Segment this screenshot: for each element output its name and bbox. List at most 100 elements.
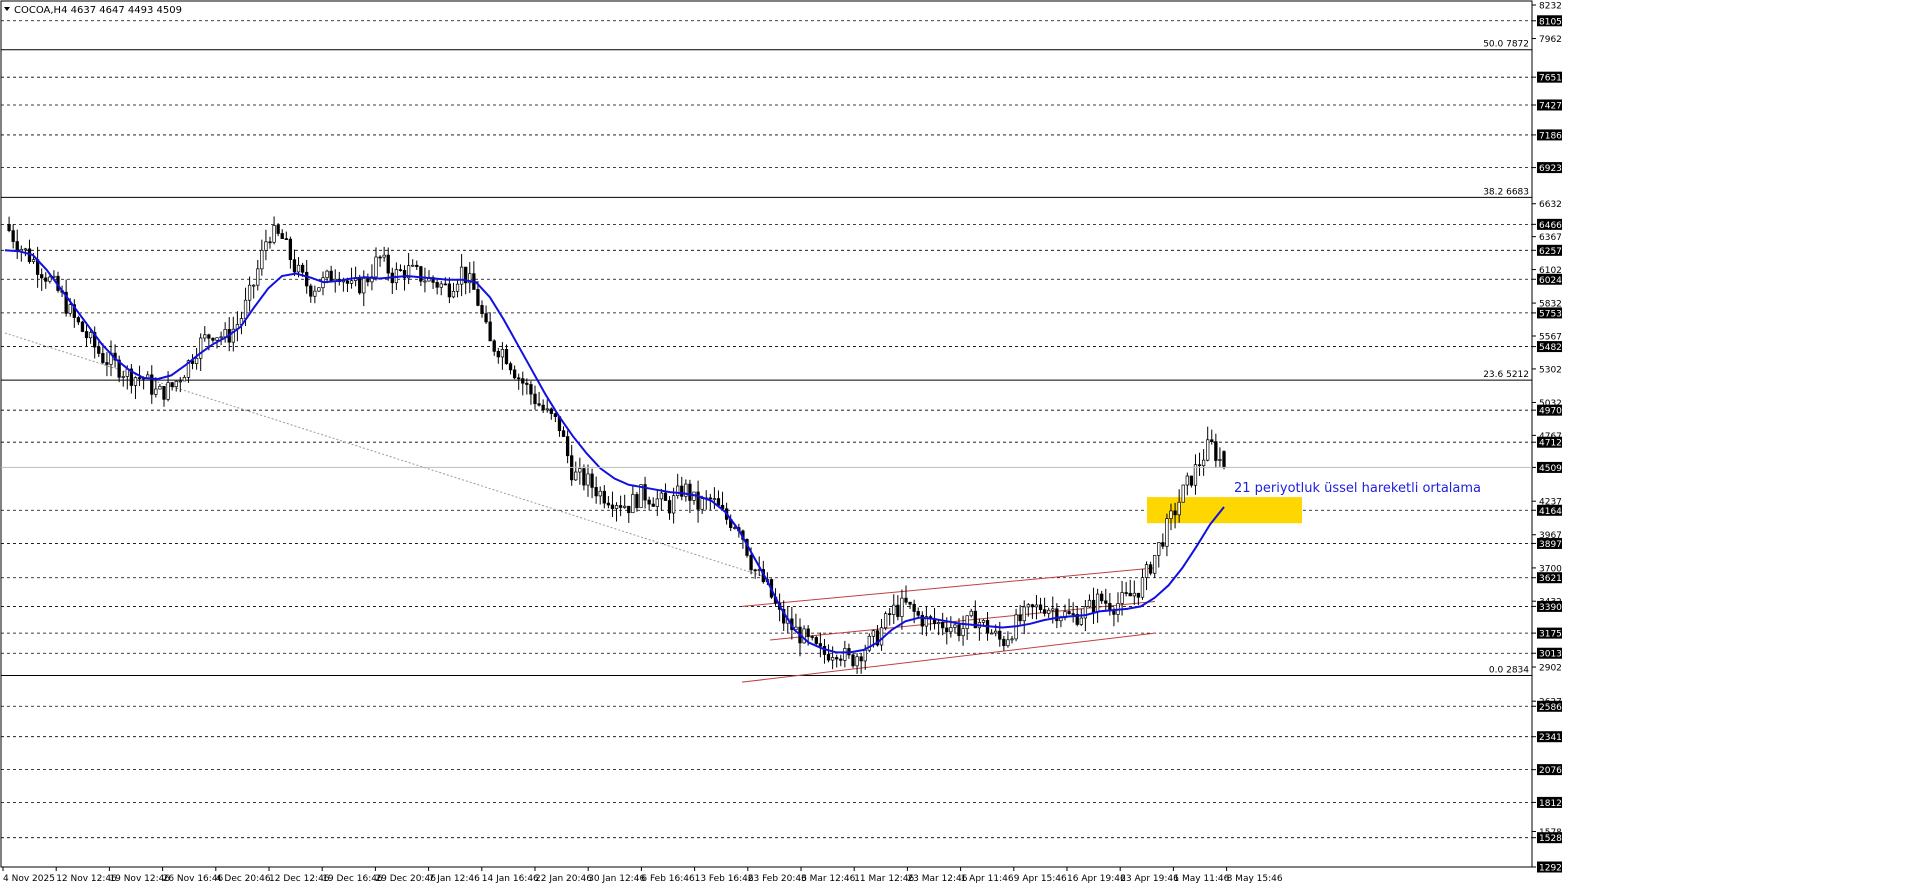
candle-body: [883, 613, 888, 629]
candle-body: [969, 610, 973, 617]
x-tick-label: 9 Apr 15:46: [1014, 874, 1067, 884]
candle-body: [623, 505, 627, 508]
candle-body: [574, 471, 578, 481]
candle-body: [1181, 484, 1185, 503]
candle-body: [504, 348, 509, 365]
x-tick-label: 14 Jan 16:46: [482, 874, 539, 884]
candle-body: [309, 285, 313, 297]
y-tick-label: 6632: [1539, 200, 1562, 210]
candle-body: [260, 249, 264, 270]
candle-body: [508, 363, 513, 371]
y-tick-label: 7962: [1539, 35, 1562, 45]
candle-body: [1083, 606, 1088, 619]
candle-body: [1124, 592, 1128, 594]
candle-body: [48, 276, 52, 282]
candle-body: [936, 622, 941, 625]
fib-label: 50.0 7872: [1483, 40, 1529, 50]
candle-body: [1197, 464, 1202, 467]
candle-body: [276, 225, 280, 234]
candle-body: [545, 408, 549, 411]
candle-body: [121, 376, 125, 378]
candle-body: [957, 624, 961, 637]
x-tick-label: 19 Dec 16:46: [322, 874, 383, 884]
candle-body: [1079, 617, 1083, 625]
candle-body: [484, 313, 488, 323]
y-tick-label: 6367: [1539, 233, 1562, 243]
y-tick-label: 8232: [1539, 2, 1562, 12]
candle-body: [1189, 475, 1194, 486]
candle-body: [904, 597, 908, 603]
y-tick-label: 4970: [1539, 407, 1562, 417]
candle-body: [1087, 599, 1092, 608]
candle-body: [994, 630, 998, 634]
candle-body: [68, 304, 72, 314]
candle-body: [362, 278, 366, 294]
candle-body: [166, 382, 170, 400]
candle-body: [578, 468, 582, 473]
candle-body: [900, 597, 904, 617]
candle-body: [480, 305, 484, 315]
candle-body: [606, 502, 611, 506]
y-tick-label: 6257: [1539, 247, 1562, 257]
y-tick-label: 5482: [1539, 343, 1562, 353]
candle-body: [219, 336, 223, 339]
y-tick-label: 2076: [1539, 766, 1562, 776]
candle-body: [296, 264, 301, 273]
candle-body: [700, 498, 704, 510]
candle-body: [84, 331, 89, 339]
candle-body: [1206, 439, 1210, 461]
x-axis: 4 Nov 2025 12 Nov 12:4619 Nov 12:4626 Nov…: [2, 867, 1283, 884]
candle-body: [378, 256, 382, 259]
candle-body: [44, 277, 48, 282]
candle-body: [1047, 609, 1051, 614]
ema-annotation: 21 periyotluk üssel hareketli ortalama: [1234, 481, 1481, 496]
price-chart[interactable]: 50.0 7872 38.2 6683 23.6 5212 0.0 2834 8232…: [0, 0, 1916, 888]
candle-body: [602, 490, 606, 504]
candle-body: [753, 569, 757, 572]
candle-body: [1042, 609, 1047, 614]
candle-body: [158, 385, 162, 390]
candle-body: [280, 233, 284, 239]
candle-body: [252, 284, 256, 287]
candle-body: [671, 495, 676, 514]
candle-body: [7, 224, 11, 231]
x-tick-label: 22 Jan 20:46: [535, 874, 592, 884]
candle-body: [358, 277, 362, 294]
candle-body: [215, 337, 219, 341]
candle-body: [855, 656, 859, 667]
candle-body: [182, 376, 187, 382]
candle-body: [137, 377, 142, 379]
x-tick-label: 19 Nov 12:46: [109, 874, 170, 884]
candle-body: [264, 241, 268, 251]
candle-body: [1201, 459, 1206, 467]
candle-body: [366, 278, 370, 283]
candle-body: [916, 611, 920, 616]
candle-body: [659, 492, 664, 500]
x-tick-label: 3 Mar 12:46: [801, 874, 856, 884]
candle-body: [676, 485, 680, 497]
candle-body: [1018, 614, 1022, 622]
candle-body: [154, 388, 158, 395]
candle-body: [533, 393, 537, 405]
candle-body: [749, 555, 753, 571]
candle-body: [207, 334, 211, 339]
candle-body: [586, 473, 590, 486]
candle-body: [806, 628, 810, 637]
x-tick-label: 6 Feb 16:46: [641, 874, 695, 884]
candle-body: [435, 282, 439, 288]
candle-body: [1185, 475, 1189, 486]
x-tick-label: 4 Nov 2025: [3, 874, 55, 884]
candle-body: [1034, 604, 1039, 608]
candle-body: [655, 498, 659, 507]
fib-label: 0.0 2834: [1489, 665, 1529, 675]
y-tick-label: 4712: [1539, 439, 1562, 449]
candle-body: [953, 624, 957, 628]
y-tick-label: 2586: [1539, 703, 1562, 713]
candle-body: [851, 654, 855, 667]
candle-body: [439, 283, 443, 288]
highlight-zone: [1147, 497, 1302, 524]
candle-body: [203, 334, 207, 339]
candle-body: [1210, 439, 1214, 443]
candle-body: [80, 321, 85, 332]
candle-body: [892, 604, 896, 615]
